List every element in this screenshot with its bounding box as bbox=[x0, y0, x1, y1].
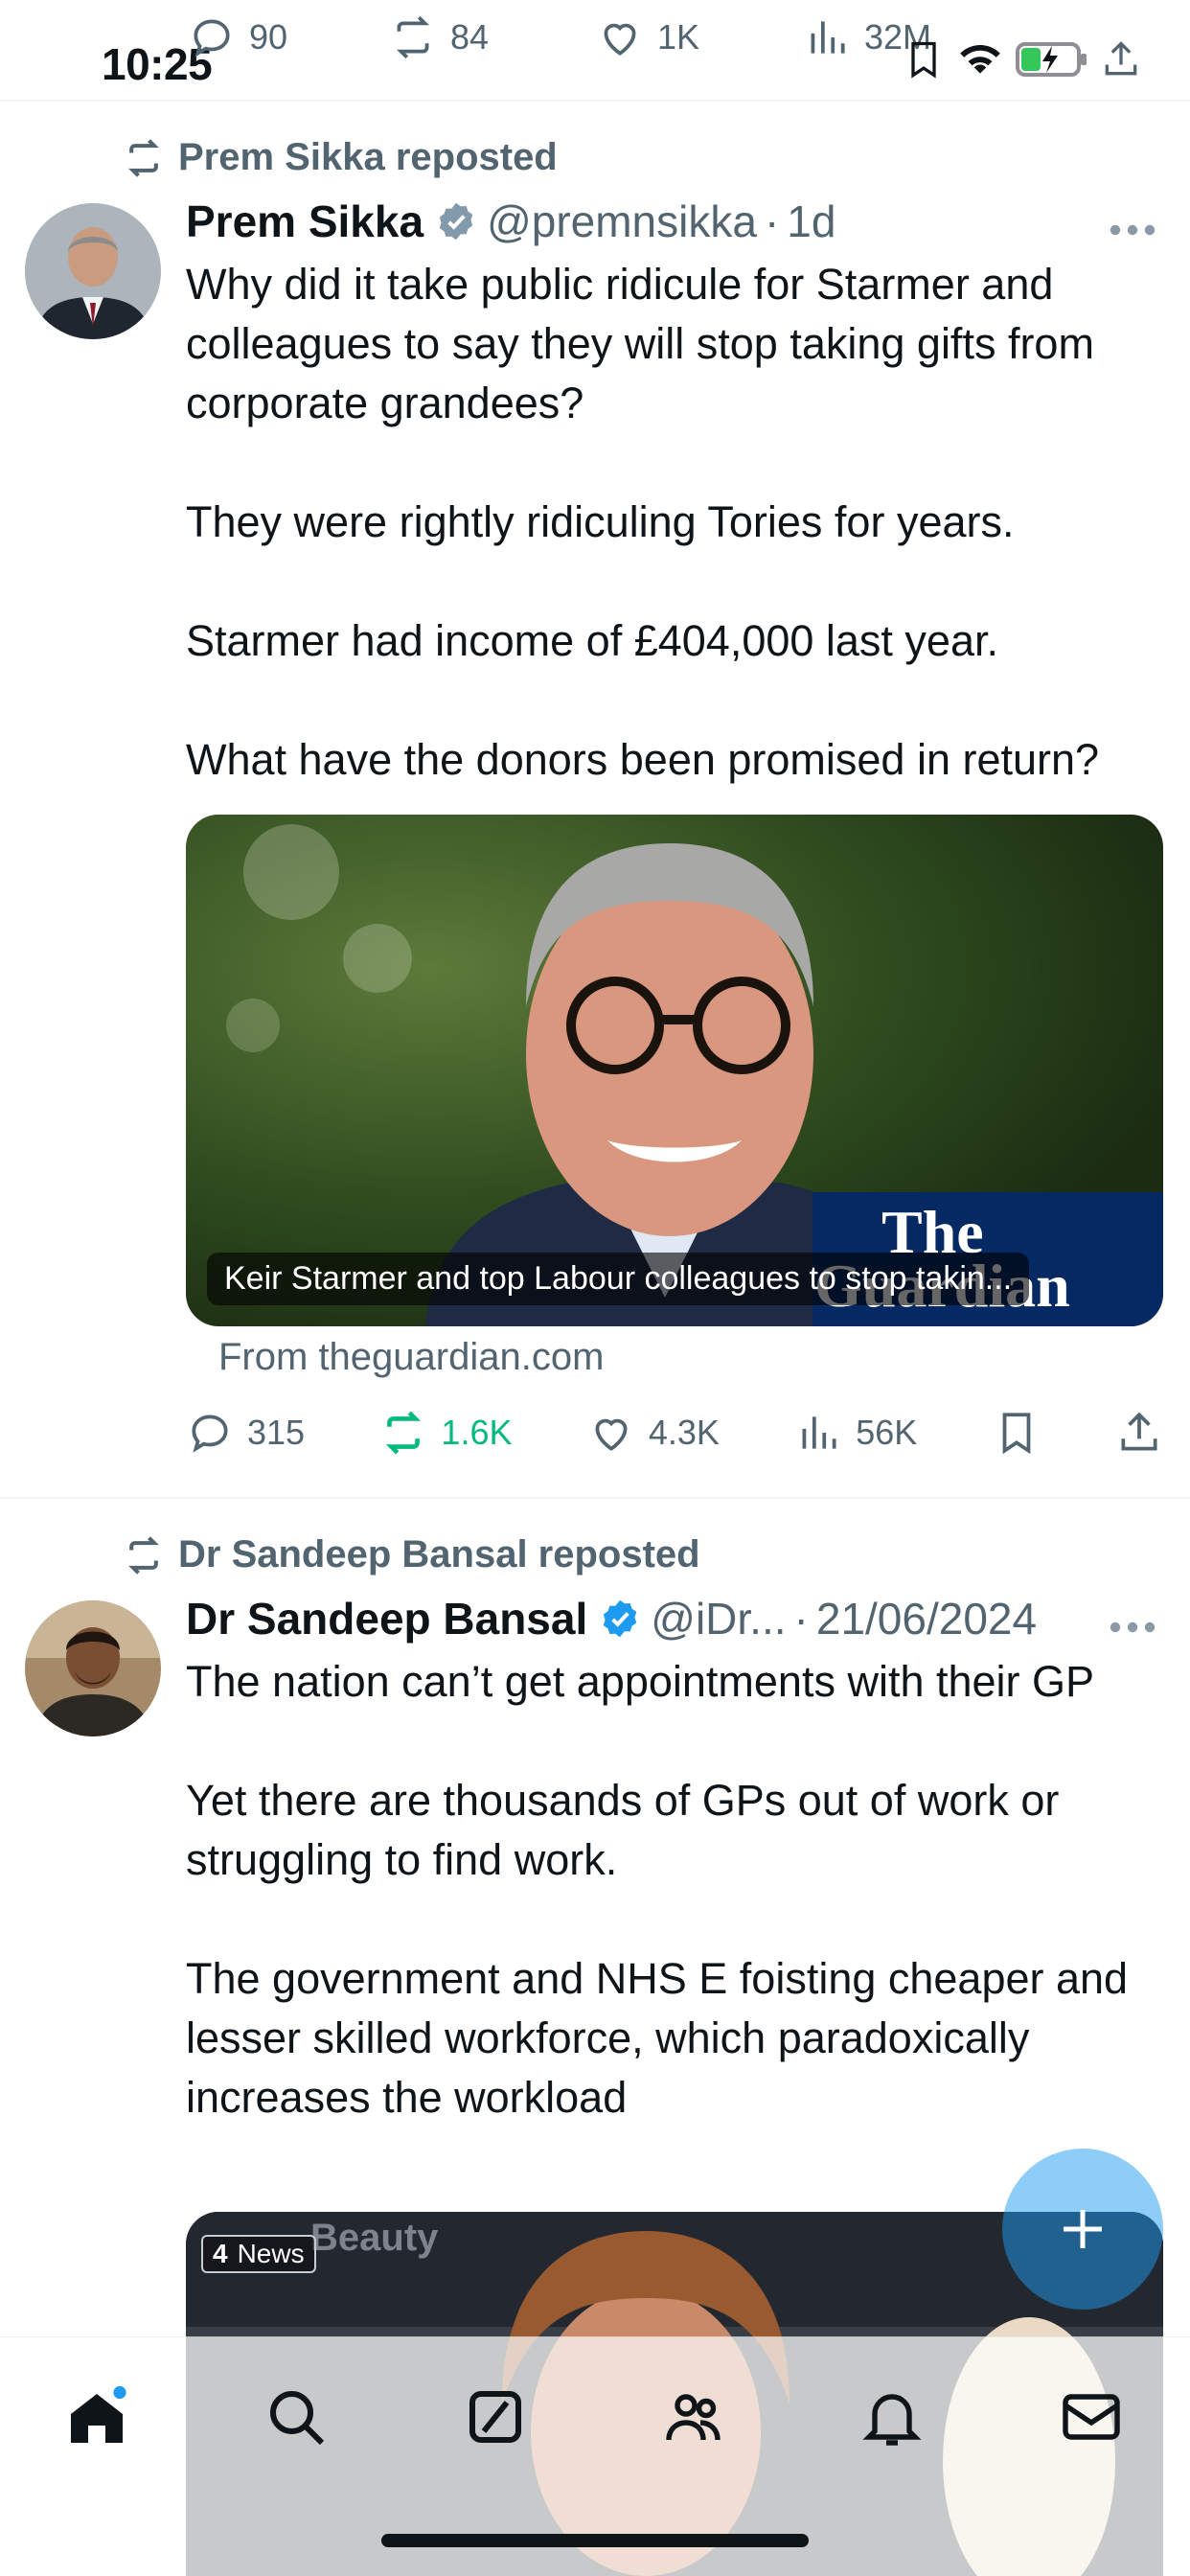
verified-blue-icon bbox=[604, 1599, 637, 1638]
tweet-time[interactable]: 1d bbox=[787, 196, 835, 247]
plus-icon bbox=[1064, 2210, 1102, 2248]
repost-count: 1.6K bbox=[441, 1413, 513, 1452]
like-action[interactable]: 4.3K bbox=[587, 1409, 720, 1457]
home-indicator bbox=[381, 2534, 809, 2547]
reply-icon bbox=[192, 1414, 228, 1453]
battery-icon bbox=[1016, 42, 1087, 77]
heart-icon bbox=[604, 23, 636, 56]
tweet-paragraph: Starmer had income of £404,000 last year… bbox=[186, 616, 998, 665]
repost-label: Prem Sikka reposted bbox=[178, 136, 558, 178]
nav-home[interactable] bbox=[54, 2374, 140, 2460]
top-like-count: 1K bbox=[657, 17, 700, 57]
repost-icon bbox=[128, 138, 159, 177]
share-action[interactable] bbox=[1115, 1409, 1163, 1457]
nav-notifications[interactable] bbox=[849, 2374, 935, 2460]
repost-icon bbox=[396, 15, 430, 59]
avatar[interactable] bbox=[25, 1600, 161, 1736]
avatar-image bbox=[25, 203, 161, 339]
grok-icon bbox=[469, 2391, 521, 2443]
compose-button[interactable] bbox=[1002, 2149, 1163, 2310]
verified-gray-icon bbox=[439, 202, 473, 241]
top-reply-action[interactable]: 90 bbox=[188, 13, 287, 61]
nav-search[interactable] bbox=[253, 2374, 339, 2460]
tweet-paragraph: They were rightly ridiculing Tories for … bbox=[186, 497, 1015, 546]
reply-icon bbox=[194, 19, 230, 58]
communities-icon bbox=[666, 2394, 721, 2441]
card-source[interactable]: From theguardian.com bbox=[218, 1336, 604, 1379]
share-icon bbox=[1121, 1412, 1157, 1451]
repost-action[interactable]: 1.6K bbox=[379, 1409, 512, 1457]
nav-communities[interactable] bbox=[652, 2374, 738, 2460]
bookmark-icon[interactable] bbox=[903, 38, 945, 80]
more-options-icon[interactable] bbox=[1108, 220, 1157, 240]
news-badge-label: News bbox=[237, 2239, 305, 2268]
link-card[interactable]: The Guardian Keir Starmer and top Labour… bbox=[186, 815, 1163, 1326]
tweet-paragraph: Why did it take public ridicule for Star… bbox=[186, 260, 1094, 427]
author-name[interactable]: Prem Sikka bbox=[186, 196, 423, 247]
top-reply-count: 90 bbox=[249, 17, 288, 57]
tweet-paragraph: What have the donors been promised in re… bbox=[186, 735, 1100, 784]
repost-indicator: Prem Sikka reposted bbox=[123, 136, 558, 179]
channel4-icon: 4 bbox=[213, 2239, 228, 2268]
tweet-paragraph: The government and NHS E foisting cheape… bbox=[186, 1954, 1129, 2122]
tweet-header: Dr Sandeep Bansal @iDr... · 21/06/2024 bbox=[186, 1593, 1037, 1644]
top-bar: 10:25 90 84 1K 32M bbox=[0, 0, 1190, 102]
avatar[interactable] bbox=[25, 203, 161, 339]
tweet-time[interactable]: 21/06/2024 bbox=[816, 1593, 1037, 1644]
wifi-icon bbox=[960, 44, 1000, 74]
author-name[interactable]: Dr Sandeep Bansal bbox=[186, 1593, 587, 1644]
reply-action[interactable]: 315 bbox=[186, 1409, 305, 1457]
tweet-actions: 315 1.6K 4.3K 56K bbox=[186, 1409, 1163, 1457]
heart-icon bbox=[595, 1418, 628, 1451]
nav-grok[interactable] bbox=[452, 2374, 538, 2460]
home-icon bbox=[71, 2385, 126, 2443]
avatar-image bbox=[25, 1600, 161, 1736]
repost-indicator: Dr Sandeep Bansal reposted bbox=[123, 1533, 700, 1576]
mail-icon bbox=[1063, 2394, 1120, 2440]
system-icons bbox=[903, 38, 1142, 80]
bookmark-action[interactable] bbox=[993, 1409, 1041, 1457]
tweet-paragraph: Yet there are thousands of GPs out of wo… bbox=[186, 1776, 1060, 1884]
separator-dot: · bbox=[793, 1594, 809, 1644]
views-count: 56K bbox=[856, 1413, 918, 1452]
views-action[interactable]: 56K bbox=[794, 1409, 917, 1457]
nav-messages[interactable] bbox=[1048, 2374, 1134, 2460]
search-icon bbox=[270, 2391, 325, 2446]
top-repost-action[interactable]: 84 bbox=[389, 13, 489, 61]
separator-dot: · bbox=[764, 196, 780, 246]
tweet-text: The nation can’t get appointments with t… bbox=[186, 1652, 1163, 2128]
views-icon bbox=[811, 21, 845, 54]
tweet-divider bbox=[0, 1497, 1190, 1499]
more-options-icon[interactable] bbox=[1108, 1618, 1157, 1637]
share-icon[interactable] bbox=[1100, 38, 1142, 80]
author-handle[interactable]: @premnsikka bbox=[487, 196, 757, 247]
like-count: 4.3K bbox=[648, 1413, 720, 1452]
news-badge: 4 News bbox=[201, 2235, 316, 2273]
sign-text: Beauty bbox=[310, 2217, 439, 2259]
tweet-paragraph: The nation can’t get appointments with t… bbox=[186, 1657, 1095, 1706]
repost-icon bbox=[128, 1535, 159, 1575]
top-like-action[interactable]: 1K bbox=[596, 13, 699, 61]
views-icon bbox=[802, 1416, 836, 1449]
reply-count: 315 bbox=[247, 1413, 306, 1452]
bell-icon bbox=[862, 2394, 922, 2446]
author-handle[interactable]: @iDr... bbox=[651, 1593, 786, 1644]
repost-label: Dr Sandeep Bansal reposted bbox=[178, 1533, 700, 1576]
tweet-header: Prem Sikka @premnsikka · 1d bbox=[186, 196, 835, 247]
card-caption: Keir Starmer and top Labour colleagues t… bbox=[207, 1253, 1030, 1305]
bookmark-icon bbox=[1002, 1413, 1031, 1455]
tweet-text: Why did it take public ridicule for Star… bbox=[186, 255, 1163, 790]
top-repost-count: 84 bbox=[450, 17, 490, 57]
repost-icon bbox=[386, 1411, 422, 1455]
